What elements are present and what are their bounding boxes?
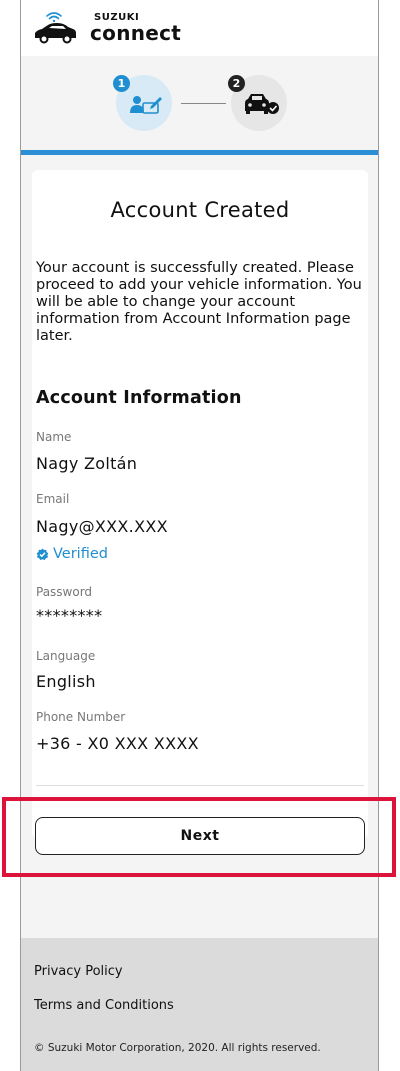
progress-bar (21, 150, 378, 155)
language-value: English (36, 672, 96, 691)
password-label: Password (36, 585, 93, 599)
app-frame: SUZUKI connect 1 2 Account Created Your … (20, 0, 379, 1071)
email-label: Email (36, 492, 70, 506)
privacy-policy-link[interactable]: Privacy Policy (34, 964, 123, 979)
verified-label: Verified (53, 546, 108, 562)
name-value: Nagy Zoltán (36, 454, 138, 473)
step-2-badge: 2 (228, 75, 245, 92)
logo-product-text: connect (90, 21, 182, 45)
phone-value: +36 - X0 XXX XXXX (36, 734, 199, 753)
wifi-icon (46, 12, 62, 23)
verified-check-icon (36, 548, 49, 560)
intro-text: Your account is successfully created. Pl… (36, 260, 362, 344)
step-1-badge: 1 (113, 75, 130, 92)
copyright-text: © Suzuki Motor Corporation, 2020. All ri… (34, 1042, 321, 1054)
step-connector (181, 103, 226, 104)
phone-label: Phone Number (36, 710, 126, 724)
suzuki-connect-logo[interactable]: SUZUKI connect (33, 8, 183, 48)
page-title: Account Created (110, 198, 290, 222)
footer: Privacy Policy Terms and Conditions © Su… (21, 938, 378, 1071)
registration-stepper: 1 2 (21, 56, 378, 150)
email-value: Nagy@XXX.XXX (36, 517, 168, 536)
verified-badge: Verified (36, 546, 108, 562)
header: SUZUKI connect (21, 0, 378, 56)
password-value: ******** (36, 606, 103, 625)
next-button-highlight (2, 797, 396, 877)
name-label: Name (36, 430, 72, 444)
section-title: Account Information (36, 388, 242, 408)
terms-link[interactable]: Terms and Conditions (34, 998, 174, 1013)
divider (36, 785, 364, 786)
language-label: Language (36, 649, 96, 663)
car-icon (35, 12, 76, 44)
account-created-card: Account Created Your account is successf… (32, 170, 368, 838)
